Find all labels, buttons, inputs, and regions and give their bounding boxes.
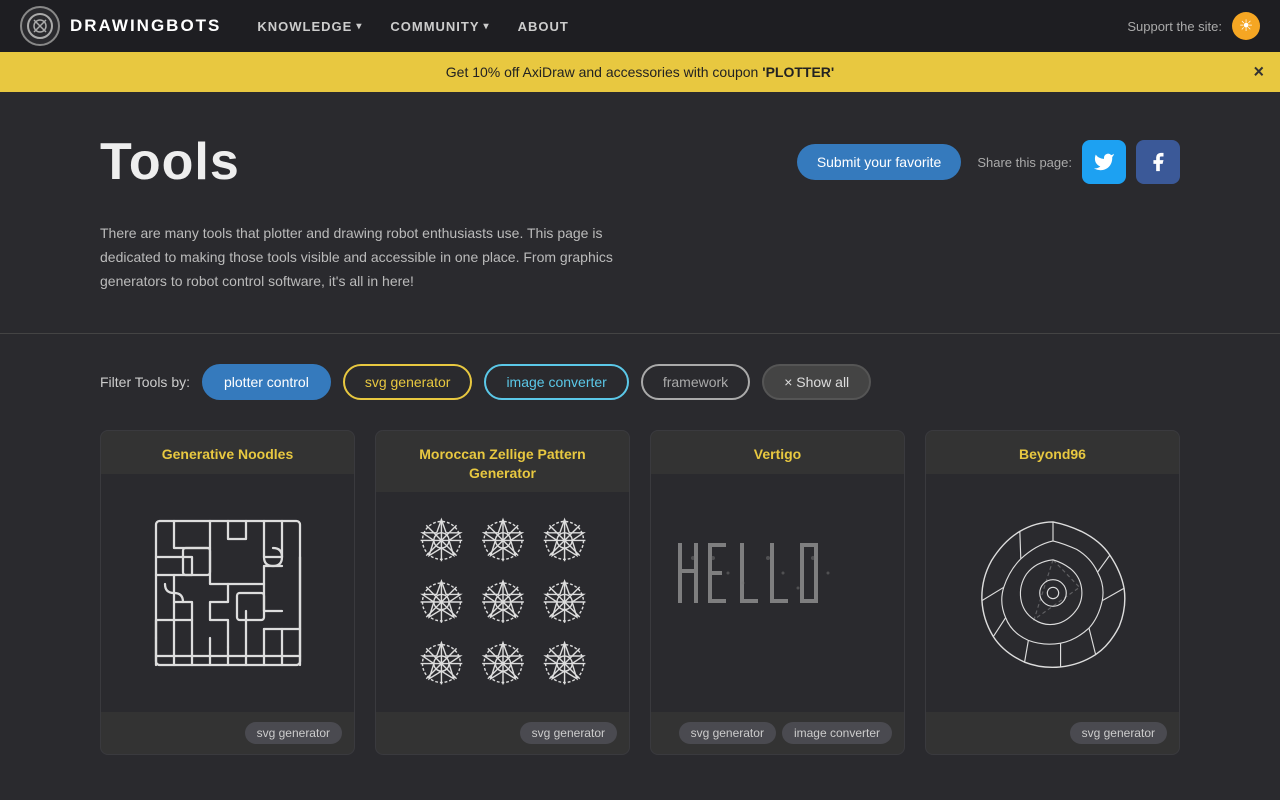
filter-label: Filter Tools by: xyxy=(100,374,190,390)
tool-tags: svg generator xyxy=(376,712,629,754)
promo-banner: Get 10% off AxiDraw and accessories with… xyxy=(0,52,1280,92)
banner-close-button[interactable]: × xyxy=(1253,62,1264,83)
tool-title: Generative Noodles xyxy=(101,431,354,473)
tag-svg-generator: svg generator xyxy=(679,722,776,744)
community-caret: ▾ xyxy=(484,21,490,32)
submit-favorite-button[interactable]: Submit your favorite xyxy=(797,144,962,180)
page-description: There are many tools that plotter and dr… xyxy=(100,222,660,293)
header-actions: Submit your favorite Share this page: xyxy=(797,140,1180,184)
nav-links: KNOWLEDGE ▾ COMMUNITY ▾ ABOUT xyxy=(245,13,580,40)
tool-title: Vertigo xyxy=(651,431,904,473)
logo-icon xyxy=(20,6,60,46)
tool-tags: svg generator image converter xyxy=(651,712,904,754)
support-text: Support the site: xyxy=(1127,19,1222,34)
tool-image xyxy=(101,474,354,712)
tag-svg-generator: svg generator xyxy=(1070,722,1167,744)
tool-image xyxy=(651,474,904,712)
tools-grid: Generative Noodles xyxy=(40,430,1240,794)
tool-card-vertigo[interactable]: Vertigo xyxy=(650,430,905,754)
logo-text: DRAWINGBOTS xyxy=(70,16,221,36)
tool-image xyxy=(376,492,629,712)
page-title: Tools xyxy=(100,132,240,192)
tag-svg-generator: svg generator xyxy=(520,722,617,744)
tag-image-converter: image converter xyxy=(782,722,892,744)
tool-tags: svg generator xyxy=(101,712,354,754)
facebook-share-button[interactable] xyxy=(1136,140,1180,184)
tool-title: Moroccan Zellige PatternGenerator xyxy=(376,431,629,491)
tool-title: Beyond96 xyxy=(926,431,1179,473)
page-content: Tools Submit your favorite Share this pa… xyxy=(40,92,1240,293)
share-row: Share this page: xyxy=(977,140,1180,184)
twitter-share-button[interactable] xyxy=(1082,140,1126,184)
knowledge-caret: ▾ xyxy=(356,21,362,32)
tool-card-beyond96[interactable]: Beyond96 xyxy=(925,430,1180,754)
nav-about[interactable]: ABOUT xyxy=(506,13,581,40)
share-label: Share this page: xyxy=(977,155,1072,170)
tool-tags: svg generator xyxy=(926,712,1179,754)
logo-link[interactable]: DRAWINGBOTS xyxy=(20,6,221,46)
filter-row: Filter Tools by: plotter control svg gen… xyxy=(40,364,1240,400)
theme-toggle[interactable]: ☀ xyxy=(1232,12,1260,40)
filter-svg-generator[interactable]: svg generator xyxy=(343,364,473,400)
filter-image-converter[interactable]: image converter xyxy=(484,364,628,400)
filter-show-all[interactable]: × Show all xyxy=(762,364,871,400)
section-divider xyxy=(0,333,1280,334)
filter-framework[interactable]: framework xyxy=(641,364,750,400)
tool-image xyxy=(926,474,1179,712)
coupon-code: 'PLOTTER' xyxy=(762,64,834,80)
nav-knowledge[interactable]: KNOWLEDGE ▾ xyxy=(245,13,374,40)
banner-text: Get 10% off AxiDraw and accessories with… xyxy=(446,64,834,80)
tag-svg-generator: svg generator xyxy=(245,722,342,744)
navbar: DRAWINGBOTS KNOWLEDGE ▾ COMMUNITY ▾ ABOU… xyxy=(0,0,1280,52)
header-row: Tools Submit your favorite Share this pa… xyxy=(100,132,1180,192)
nav-community[interactable]: COMMUNITY ▾ xyxy=(378,13,501,40)
nav-right: Support the site: ☀ xyxy=(1127,12,1260,40)
tool-card-generative-noodles[interactable]: Generative Noodles xyxy=(100,430,355,754)
tool-card-moroccan-zellige[interactable]: Moroccan Zellige PatternGenerator xyxy=(375,430,630,754)
filter-plotter-control[interactable]: plotter control xyxy=(202,364,331,400)
